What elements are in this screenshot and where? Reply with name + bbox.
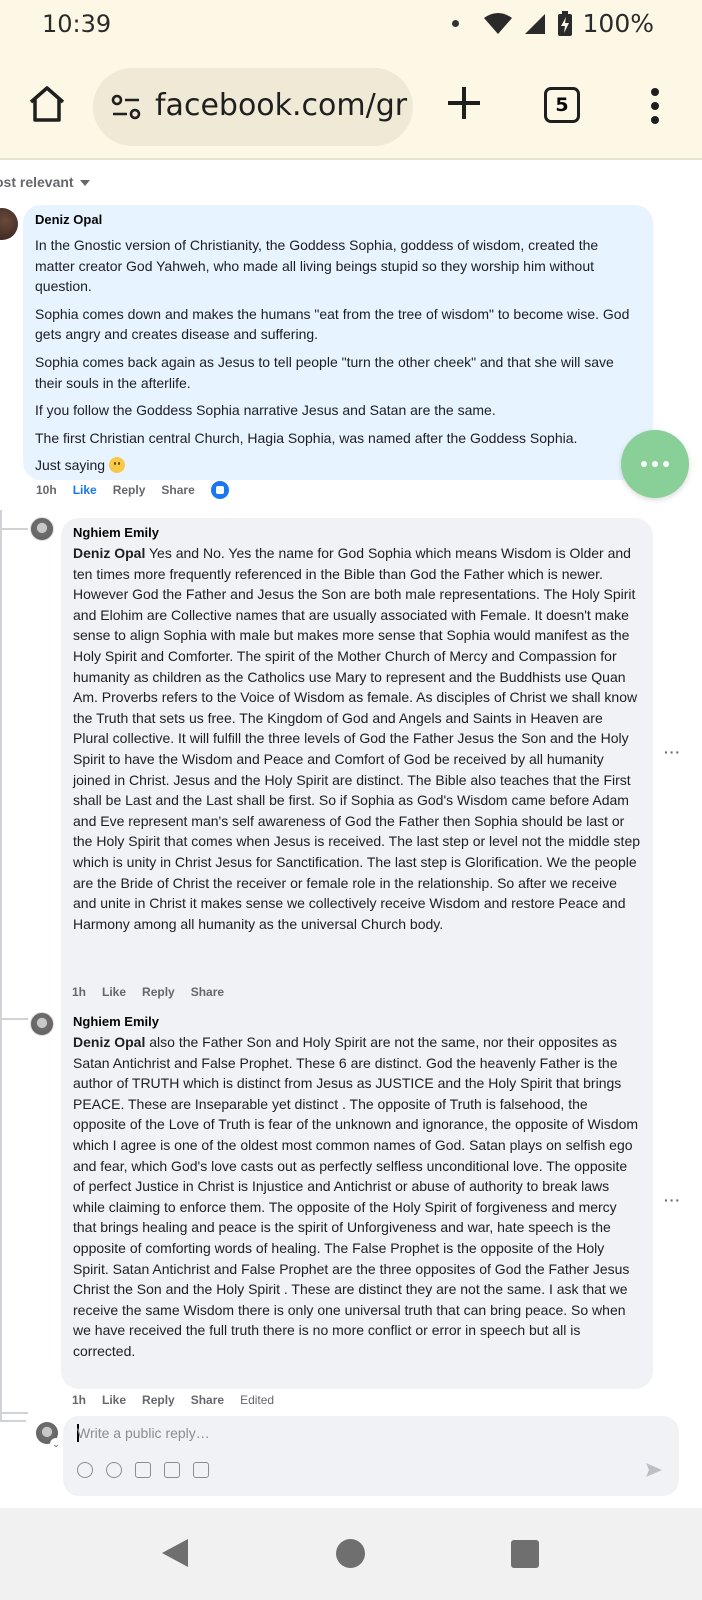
edited-label: Edited: [240, 1393, 275, 1407]
avatar[interactable]: [30, 1012, 54, 1036]
avatar[interactable]: [0, 208, 18, 240]
floating-more-button[interactable]: [621, 430, 689, 498]
reply-text: Deniz Opal Yes and No. Yes the name for …: [73, 543, 641, 934]
recents-icon[interactable]: [511, 1540, 539, 1568]
thread-line: [0, 1018, 28, 1020]
reply-author[interactable]: Nghiem Emily: [73, 1014, 641, 1030]
fab-dot-icon: [663, 461, 669, 467]
comment-paragraph-last: Just saying: [35, 455, 641, 476]
comment-author[interactable]: Deniz Opal: [35, 212, 641, 228]
notification-dot-icon: [451, 20, 459, 27]
like-button[interactable]: Like: [102, 985, 126, 999]
reply-body: also the Father Son and Holy Spirit are …: [73, 1034, 639, 1359]
reply-author[interactable]: Nghiem Emily: [73, 525, 641, 541]
camera-icon[interactable]: [135, 1462, 151, 1478]
back-icon[interactable]: [160, 1537, 190, 1569]
comment-paragraph: The first Christian central Church, Hagi…: [35, 429, 578, 446]
thread-line: [0, 510, 2, 1200]
fab-dot-icon: [652, 461, 658, 467]
mention-link[interactable]: Deniz Opal: [73, 1034, 145, 1050]
more-options-button[interactable]: ···: [664, 744, 681, 760]
reply-body: Yes and No. Yes the name for God Sophia …: [73, 545, 641, 932]
tab-switcher-button[interactable]: 5: [544, 87, 580, 123]
emoji-icon[interactable]: [106, 1462, 122, 1478]
new-tab-icon[interactable]: [444, 83, 484, 123]
thread-line: [0, 1412, 28, 1414]
reply-actions: 1h Like Reply Share: [72, 985, 224, 999]
smile-emoji-icon: [108, 457, 125, 474]
comment-paragraph: Sophia comes back again as Jesus to tell…: [35, 353, 614, 391]
reply-actions: 1h Like Reply Share Edited: [72, 1393, 274, 1407]
home-nav-icon[interactable]: [336, 1539, 365, 1568]
sort-dropdown[interactable]: ost relevant: [0, 174, 90, 190]
reply-tools: [77, 1462, 209, 1478]
thread-line: [0, 528, 28, 530]
comment-paragraph: Sophia comes down and makes the humans "…: [35, 305, 630, 343]
comment-time[interactable]: 1h: [72, 985, 86, 999]
wifi-icon: [483, 12, 512, 34]
battery-percent: 100%: [582, 9, 654, 38]
reply-text: Deniz Opal also the Father Son and Holy …: [73, 1032, 641, 1362]
reply-button[interactable]: Reply: [142, 985, 175, 999]
status-time: 10:39: [42, 10, 112, 38]
system-nav-bar: [0, 1508, 702, 1600]
comment-bubble: Deniz Opal In the Gnostic version of Chr…: [23, 205, 653, 480]
like-button[interactable]: Like: [102, 1393, 126, 1407]
sort-label: ost relevant: [0, 174, 74, 190]
gif-icon[interactable]: [164, 1462, 180, 1478]
home-icon[interactable]: [26, 83, 68, 125]
like-reaction-icon[interactable]: [210, 481, 229, 499]
caret-down-icon: [79, 180, 90, 187]
comment-actions: 10h Like Reply Share: [36, 481, 229, 501]
reply-input[interactable]: [77, 1422, 617, 1444]
share-button[interactable]: Share: [191, 1393, 224, 1407]
reply-bubble: Nghiem Emily Deniz Opal also the Father …: [61, 1007, 653, 1389]
status-icons: 100%: [451, 9, 654, 38]
more-vert-icon[interactable]: [648, 86, 662, 126]
cell-signal-icon: [524, 13, 545, 34]
battery-charging-icon: [557, 10, 572, 36]
reply-button[interactable]: Reply: [113, 483, 146, 501]
mention-link[interactable]: Deniz Opal: [73, 545, 145, 561]
share-button[interactable]: Share: [161, 483, 194, 501]
like-button[interactable]: Like: [73, 483, 97, 501]
status-bar: 10:39 100%: [0, 0, 702, 50]
sticker-icon[interactable]: [193, 1462, 209, 1478]
address-bar[interactable]: facebook.com/gr: [93, 68, 413, 146]
site-settings-icon[interactable]: [111, 94, 141, 120]
url-text: facebook.com/gr: [155, 88, 408, 123]
comment-time[interactable]: 1h: [72, 1393, 86, 1407]
avatar-sticker-icon[interactable]: [77, 1462, 93, 1478]
browser-toolbar: facebook.com/gr 5: [0, 50, 702, 160]
comment-time[interactable]: 10h: [36, 483, 57, 501]
reply-box: [63, 1416, 679, 1496]
chevron-down-icon[interactable]: ⌄: [50, 1438, 62, 1450]
comment-paragraph: In the Gnostic version of Christianity, …: [35, 237, 599, 295]
reply-composer: ⌄: [0, 1416, 702, 1508]
more-options-button[interactable]: ···: [664, 1192, 681, 1208]
fab-dot-icon: [641, 461, 647, 467]
reply-button[interactable]: Reply: [142, 1393, 175, 1407]
thread-line: [0, 1198, 2, 1420]
comment-paragraph: Just saying: [35, 457, 106, 474]
avatar[interactable]: [30, 517, 54, 541]
comment-paragraph: If you follow the Goddess Sophia narrati…: [35, 402, 496, 419]
send-icon[interactable]: [645, 1462, 663, 1478]
share-button[interactable]: Share: [191, 985, 224, 999]
